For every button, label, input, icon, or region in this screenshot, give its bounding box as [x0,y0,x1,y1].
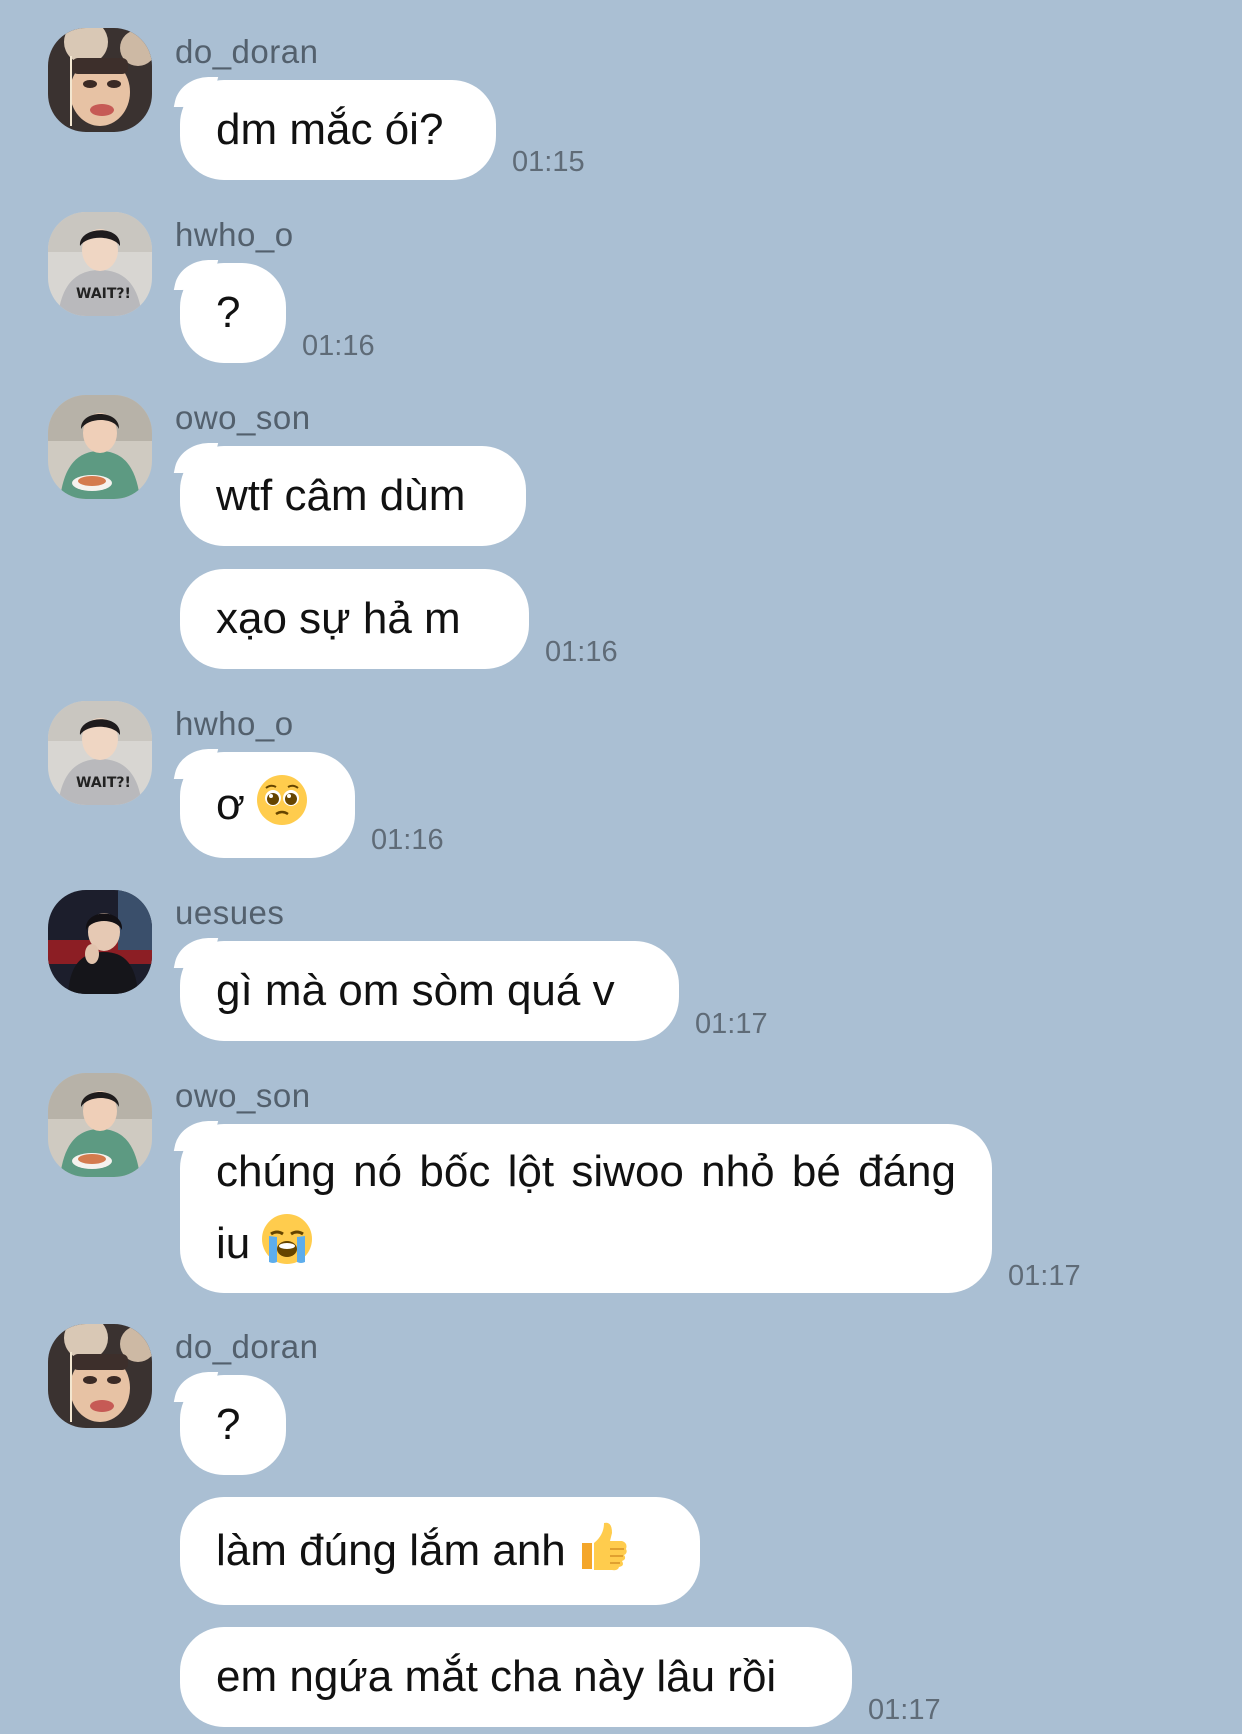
message-bubble[interactable]: chúng nó bốc lột siwoo nhỏ bé đáng iu [180,1124,992,1293]
message-text: làm đúng lắm anh [216,1515,664,1587]
message-text: ơ [216,769,319,841]
message-time: 01:16 [302,330,375,362]
sender-name: hwho_o [175,216,294,253]
message-text: ? [216,288,241,337]
message-text: ? [216,1400,241,1449]
message-time: 01:15 [512,146,585,178]
avatar-image [48,890,152,994]
chat-area[interactable]: do_doran dm mắc ói? 01:15 WAIT?! hwho_o … [0,0,1242,1734]
avatar-owo-son[interactable] [48,395,152,499]
message-time: 01:17 [868,1694,941,1726]
sender-name: owo_son [175,1077,311,1114]
avatar-do-doran[interactable] [48,28,152,132]
message-bubble[interactable]: em ngứa mắt cha này lâu rồi [180,1627,852,1727]
avatar-hwho-o[interactable]: WAIT?! [48,701,152,805]
avatar-image [48,28,152,132]
avatar-image [48,1073,152,1177]
message-bubble[interactable]: wtf câm dùm [180,446,526,546]
message-bubble[interactable]: gì mà om sòm quá v [180,941,679,1041]
message-text: wtf câm dùm [216,471,466,520]
message-text-content: chúng nó bốc lột siwoo nhỏ bé đáng iu [216,1147,956,1268]
avatar-hwho-o[interactable]: WAIT?! [48,212,152,316]
avatar-image: WAIT?! [48,212,152,316]
message-bubble[interactable]: ? [180,1375,286,1475]
message-time: 01:17 [695,1008,768,1040]
message-text: gì mà om sòm quá v [216,966,615,1015]
message-bubble[interactable]: làm đúng lắm anh [180,1497,700,1605]
message-text-content: ơ [216,780,245,829]
pleading-face-emoji [255,773,309,827]
message-bubble[interactable]: ơ [180,752,355,858]
message-time: 01:16 [545,636,618,668]
message-text: xạo sự hả m [216,594,461,643]
avatar-image [48,1324,152,1428]
sender-name: do_doran [175,1328,319,1365]
avatar-do-doran[interactable] [48,1324,152,1428]
message-time: 01:17 [1008,1260,1081,1292]
avatar-uesues[interactable] [48,890,152,994]
message-bubble[interactable]: dm mắc ói? [180,80,496,180]
avatar-image: WAIT?! [48,701,152,805]
sender-name: do_doran [175,33,319,70]
sender-name: owo_son [175,399,311,436]
svg-text:WAIT?!: WAIT?! [76,286,131,302]
svg-text:WAIT?!: WAIT?! [76,775,131,791]
loudly-crying-face-emoji [260,1212,314,1266]
message-text-content: làm đúng lắm anh [216,1526,566,1575]
avatar-owo-son[interactable] [48,1073,152,1177]
sender-name: uesues [175,894,285,931]
sender-name: hwho_o [175,705,294,742]
message-bubble[interactable]: ? [180,263,286,363]
message-bubble[interactable]: xạo sự hả m [180,569,529,669]
message-text: chúng nó bốc lột siwoo nhỏ bé đáng iu [216,1136,956,1280]
message-text: em ngứa mắt cha này lâu rồi [216,1652,777,1701]
message-time: 01:16 [371,824,444,856]
thumbs-up-emoji [576,1519,630,1573]
message-text: dm mắc ói? [216,105,444,154]
avatar-image [48,395,152,499]
